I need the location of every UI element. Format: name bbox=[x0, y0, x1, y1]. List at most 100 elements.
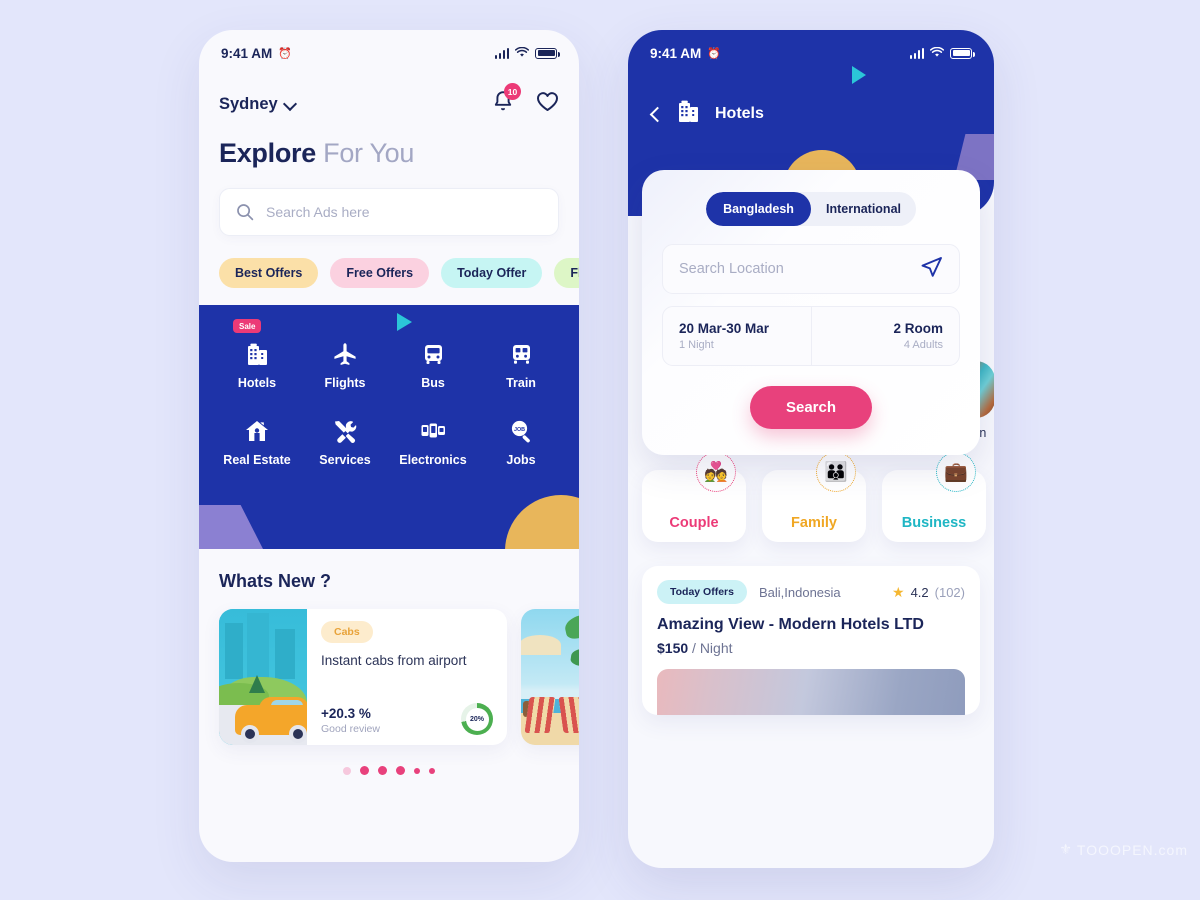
chip-flights[interactable]: Fligh bbox=[554, 258, 579, 288]
category-real-estate[interactable]: Real Estate bbox=[213, 418, 301, 467]
travel-type-couple[interactable]: 💑 Couple bbox=[642, 452, 746, 542]
whats-new-card[interactable]: Cabs Instant cabs from airport +20.3 % G… bbox=[219, 609, 507, 745]
offer-badge: Today Offers bbox=[657, 580, 747, 604]
card-tag: Cabs bbox=[321, 621, 373, 643]
pager-dot[interactable] bbox=[396, 766, 405, 775]
category-label: Services bbox=[319, 453, 371, 467]
category-services[interactable]: Services bbox=[301, 418, 389, 467]
wifi-icon bbox=[929, 46, 945, 60]
rooms-value: 2 Room bbox=[893, 321, 943, 336]
pager-dot[interactable] bbox=[360, 766, 369, 775]
toggle-international[interactable]: International bbox=[811, 192, 916, 226]
rating-value: 4.2 bbox=[910, 584, 929, 600]
date-range-sub: 1 Night bbox=[679, 339, 714, 351]
category-electronics[interactable]: Electronics bbox=[389, 418, 477, 467]
price-value: $150 bbox=[657, 640, 689, 656]
hotel-photo bbox=[657, 669, 965, 715]
travel-type-label: Couple bbox=[669, 515, 719, 531]
category-label: Real Estate bbox=[223, 453, 291, 467]
watermark-text: TOOOPEN.com bbox=[1076, 841, 1188, 858]
category-label: Jobs bbox=[506, 453, 536, 467]
city-selector[interactable]: Sydney bbox=[219, 95, 296, 114]
page-title-light: For You bbox=[323, 138, 415, 168]
pager-dot[interactable] bbox=[429, 767, 435, 774]
toggle-bangladesh[interactable]: Bangladesh bbox=[706, 192, 811, 226]
notification-badge: 10 bbox=[504, 83, 521, 100]
region-toggle[interactable]: Bangladesh International bbox=[706, 192, 916, 226]
whats-new-heading: Whats New ? bbox=[219, 571, 332, 591]
hotel-listing-card[interactable]: Today Offers Bali,Indonesia ★ 4.2 (102) … bbox=[642, 566, 980, 715]
send-icon[interactable] bbox=[920, 256, 943, 283]
couple-avatar: 💑 bbox=[696, 452, 736, 492]
date-room-fields: 20 Mar-30 Mar 1 Night 2 Room 4 Adults bbox=[662, 306, 960, 366]
date-range-value: 20 Mar-30 Mar bbox=[679, 321, 770, 336]
card-illustration-beach bbox=[521, 609, 579, 745]
search-input[interactable]: Search Ads here bbox=[219, 188, 559, 236]
whats-new-card[interactable]: Disco Great o on holid +10.2 % Good rev bbox=[521, 609, 579, 745]
sale-badge: Sale bbox=[233, 319, 262, 333]
alarm-icon: ⏰ bbox=[278, 47, 292, 60]
category-label: Flights bbox=[324, 376, 366, 390]
favorites-button[interactable] bbox=[536, 91, 559, 117]
location-placeholder: Search Location bbox=[679, 261, 784, 277]
hotel-rating: ★ 4.2 (102) bbox=[892, 584, 965, 601]
hotel-search-card: Bangladesh International Search Location… bbox=[642, 170, 980, 455]
hotel-icon bbox=[676, 98, 701, 129]
rooms-field[interactable]: 2 Room 4 Adults bbox=[810, 307, 960, 365]
travel-type-family[interactable]: 👪 Family bbox=[762, 452, 866, 542]
chip-today-offer[interactable]: Today Offer bbox=[441, 258, 543, 288]
svg-text:JOB: JOB bbox=[513, 427, 524, 433]
hotel-name: Amazing View - Modern Hotels LTD bbox=[657, 616, 924, 633]
carousel-pager[interactable] bbox=[199, 745, 579, 775]
status-bar: 9:41 AM ⏰ bbox=[628, 30, 994, 76]
travel-type-label: Family bbox=[791, 515, 837, 531]
offer-chip-row: Best Offers Free Offers Today Offer Flig… bbox=[199, 236, 579, 305]
category-label: Bus bbox=[421, 376, 445, 390]
chip-best-offers[interactable]: Best Offers bbox=[219, 258, 319, 288]
price-unit: / Night bbox=[692, 640, 733, 656]
travel-type-list[interactable]: 💑 Couple 👪 Family 💼 Business bbox=[628, 440, 994, 542]
pager-dot[interactable] bbox=[378, 766, 387, 775]
card-review: Good review bbox=[321, 723, 380, 735]
pager-dot[interactable] bbox=[343, 766, 351, 775]
chip-label: Fligh bbox=[570, 266, 579, 280]
location-input[interactable]: Search Location bbox=[662, 244, 960, 294]
category-flights[interactable]: Flights bbox=[301, 341, 389, 390]
phone-explore-screen: 9:41 AM ⏰ Sydney 10 Explore For You Sear… bbox=[199, 30, 579, 862]
star-icon: ★ bbox=[892, 583, 905, 600]
category-bus[interactable]: Bus bbox=[389, 341, 477, 390]
category-label: Electronics bbox=[399, 453, 467, 467]
travel-type-label: Business bbox=[901, 515, 967, 531]
hotel-price: $150 / Night bbox=[657, 640, 965, 656]
category-jobs[interactable]: JOB Jobs bbox=[477, 418, 565, 467]
category-hotels[interactable]: Sale Hotels bbox=[213, 319, 301, 390]
alarm-icon: ⏰ bbox=[707, 47, 721, 60]
wifi-icon bbox=[514, 46, 530, 60]
notifications-button[interactable]: 10 bbox=[492, 83, 521, 118]
search-icon bbox=[237, 204, 254, 221]
heart-icon bbox=[537, 92, 558, 111]
back-chevron-icon[interactable] bbox=[648, 107, 662, 121]
train-icon bbox=[510, 341, 533, 367]
category-train[interactable]: Train bbox=[477, 341, 565, 390]
airplane-icon bbox=[332, 341, 358, 367]
card-illustration-cab bbox=[219, 609, 307, 745]
search-button[interactable]: Search bbox=[749, 386, 873, 429]
screen-background: 9:41 AM ⏰ Sydney 10 Explore For You Sear… bbox=[0, 0, 1200, 900]
pager-dot[interactable] bbox=[414, 767, 420, 774]
status-time: 9:41 AM bbox=[221, 45, 273, 61]
chip-free-offers[interactable]: Free Offers bbox=[330, 258, 430, 288]
page-title-strong: Explore bbox=[219, 138, 316, 168]
hotel-icon bbox=[245, 341, 270, 367]
date-range-field[interactable]: 20 Mar-30 Mar 1 Night bbox=[663, 307, 811, 365]
whats-new-carousel[interactable]: Cabs Instant cabs from airport +20.3 % G… bbox=[199, 592, 579, 745]
travel-type-business[interactable]: 💼 Business bbox=[882, 452, 986, 542]
electronics-icon bbox=[420, 418, 447, 444]
rooms-sub: 4 Adults bbox=[903, 339, 943, 351]
card-progress-ring: 20% bbox=[461, 703, 493, 735]
status-bar: 9:41 AM ⏰ bbox=[199, 30, 579, 76]
bus-icon bbox=[422, 341, 445, 367]
yellow-circle-decoration bbox=[505, 495, 579, 549]
cellular-signal-icon bbox=[909, 47, 924, 59]
top-navigation: Sydney 10 bbox=[199, 76, 579, 118]
